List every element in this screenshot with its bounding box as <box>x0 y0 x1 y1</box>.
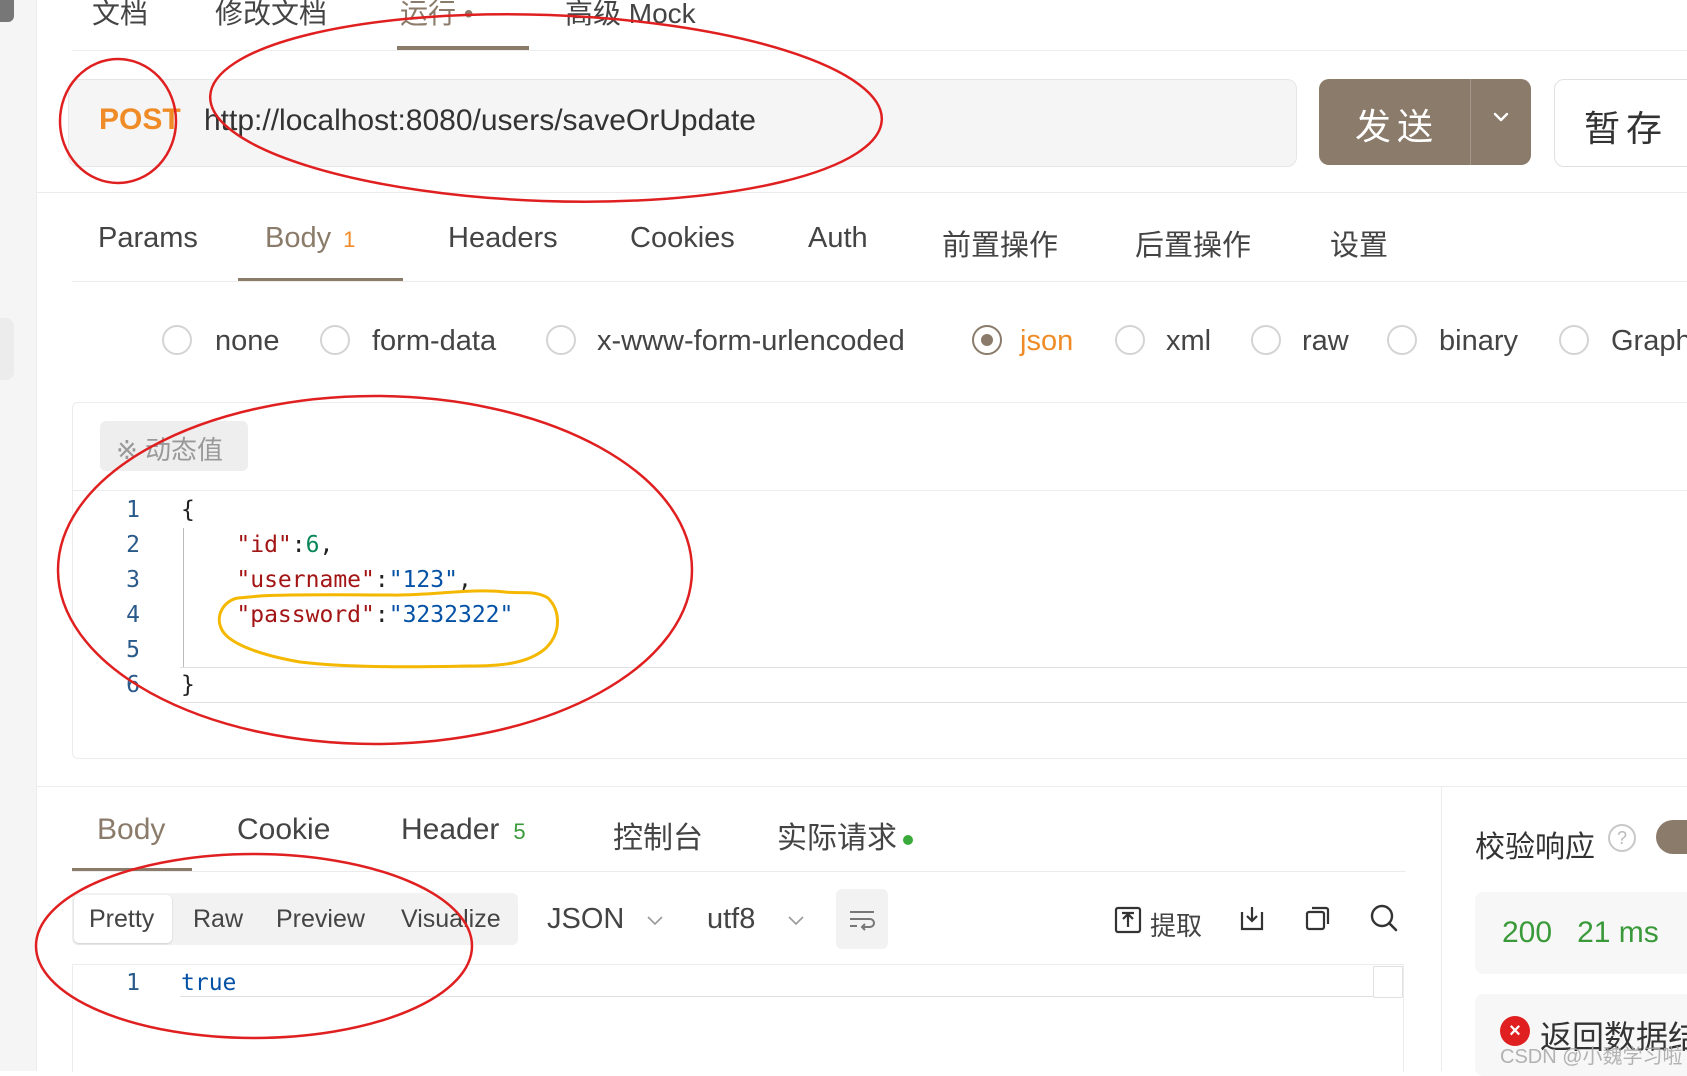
tab-docs[interactable]: 文档 <box>92 0 148 32</box>
body-count-badge: 1 <box>343 227 356 252</box>
code-line[interactable]: "id":6, <box>181 532 333 558</box>
radio-form-data[interactable] <box>320 325 350 355</box>
copy-icon[interactable] <box>1302 902 1334 934</box>
watermark: CSDN @小魏学习啦 <box>1500 1046 1683 1068</box>
extract-button[interactable]: 提取 <box>1150 906 1202 943</box>
line-number: 1 <box>126 497 140 523</box>
radio-xml[interactable] <box>1115 325 1145 355</box>
radio-label-json[interactable]: json <box>1020 325 1073 358</box>
tab-edit-docs[interactable]: 修改文档 <box>215 0 327 32</box>
tab-advanced-mock[interactable]: 高级 Mock <box>565 0 696 32</box>
radio-none[interactable] <box>162 325 192 355</box>
save-button-label[interactable]: 暂存 <box>1584 100 1668 152</box>
radio-label-form-data[interactable]: form-data <box>372 325 496 358</box>
left-rail <box>0 0 37 1071</box>
radio-label-urlencoded[interactable]: x-www-form-urlencoded <box>597 325 905 358</box>
verify-toggle[interactable] <box>1656 820 1687 854</box>
encoding-select[interactable]: utf8 <box>707 903 755 936</box>
chevron-down-icon[interactable] <box>646 912 664 930</box>
view-mode-pretty[interactable]: Pretty <box>89 905 154 934</box>
send-button-label[interactable]: 发送 <box>1355 98 1439 150</box>
line-number: 5 <box>126 637 140 663</box>
tab-pre-actions[interactable]: 前置操作 <box>942 222 1058 264</box>
divider <box>36 192 1687 193</box>
view-mode-raw[interactable]: Raw <box>193 905 243 934</box>
status-code: 200 21 ms <box>1502 916 1659 949</box>
extract-icon[interactable] <box>1112 904 1144 936</box>
divider <box>72 871 1406 872</box>
tab-cookies[interactable]: Cookies <box>630 222 735 255</box>
tab-post-actions[interactable]: 后置操作 <box>1135 222 1251 264</box>
response-time: 21 ms <box>1577 916 1659 949</box>
response-tab-console[interactable]: 控制台 <box>613 813 703 857</box>
line-number: 1 <box>126 970 140 996</box>
code-line[interactable]: { <box>181 497 195 523</box>
radio-label-none[interactable]: none <box>215 325 280 358</box>
tab-run[interactable]: 运行 • <box>400 0 474 32</box>
tab-headers[interactable]: Headers <box>448 222 558 255</box>
response-tab-actual-request[interactable]: 实际请求 <box>777 813 913 857</box>
radio-json[interactable] <box>972 325 1002 355</box>
response-tab-cookie[interactable]: Cookie <box>237 813 330 847</box>
line-number: 6 <box>126 672 140 698</box>
view-mode-visualize[interactable]: Visualize <box>401 905 501 934</box>
code-line[interactable]: "password":"3232322" <box>181 602 513 628</box>
view-mode-preview[interactable]: Preview <box>276 905 365 934</box>
divider <box>72 490 1687 491</box>
response-value: true <box>181 970 237 996</box>
wrap-lines-icon[interactable] <box>846 903 878 935</box>
line-number: 3 <box>126 567 140 593</box>
format-select[interactable]: JSON <box>547 903 624 936</box>
download-icon[interactable] <box>1236 902 1268 934</box>
chevron-down-icon[interactable] <box>787 912 805 930</box>
divider <box>36 786 1687 787</box>
editor-scrollbar[interactable] <box>180 667 1687 703</box>
verify-response-label: 校验响应 <box>1475 831 1595 864</box>
line-number: 4 <box>126 602 140 628</box>
response-line-guide <box>180 996 1373 997</box>
tab-settings[interactable]: 设置 <box>1330 222 1388 264</box>
url-input[interactable]: http://localhost:8080/users/saveOrUpdate <box>204 104 756 138</box>
radio-label-binary[interactable]: binary <box>1439 325 1518 358</box>
header-count-badge: 5 <box>513 819 526 844</box>
method-select[interactable]: POST <box>99 103 181 137</box>
response-editor[interactable] <box>72 964 1404 1072</box>
response-scrollbar[interactable] <box>1373 966 1403 998</box>
radio-label-raw[interactable]: raw <box>1302 325 1349 358</box>
tab-body[interactable]: Body 1 <box>265 222 355 255</box>
panel-splitter[interactable] <box>1441 786 1442 1071</box>
tab-auth[interactable]: Auth <box>808 222 868 255</box>
rail-handle[interactable] <box>0 0 14 22</box>
radio-urlencoded[interactable] <box>546 325 576 355</box>
response-tab-header[interactable]: Header 5 <box>401 813 526 847</box>
tab-params[interactable]: Params <box>98 222 198 255</box>
response-tab-body[interactable]: Body <box>97 813 165 847</box>
radio-graphql[interactable] <box>1559 325 1589 355</box>
radio-label-xml[interactable]: xml <box>1166 325 1211 358</box>
line-number: 2 <box>126 532 140 558</box>
status-dot-icon <box>903 835 913 846</box>
search-icon[interactable] <box>1368 902 1400 934</box>
divider <box>72 50 1687 51</box>
chevron-down-icon[interactable] <box>1490 106 1512 128</box>
rail-collapse-handle[interactable] <box>0 318 14 380</box>
radio-binary[interactable] <box>1387 325 1417 355</box>
send-split-divider <box>1470 79 1471 165</box>
code-line[interactable]: "username":"123", <box>181 567 471 593</box>
radio-raw[interactable] <box>1251 325 1281 355</box>
radio-label-graphql[interactable]: Graph <box>1611 325 1687 358</box>
help-icon[interactable]: ? <box>1608 824 1636 852</box>
divider <box>72 281 1687 282</box>
dynamic-value-label[interactable]: ※ 动态值 <box>116 430 223 467</box>
code-line[interactable]: } <box>181 672 195 698</box>
